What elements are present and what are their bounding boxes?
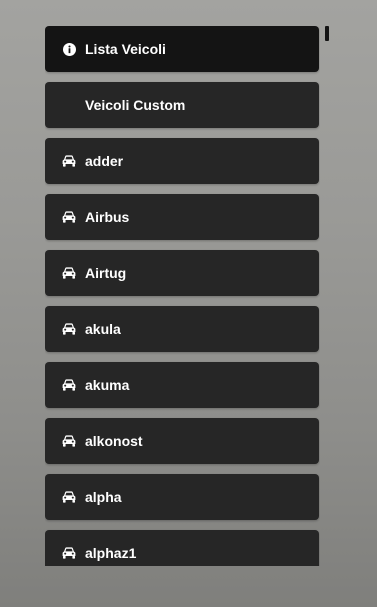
menu-header-label: Lista Veicoli — [85, 41, 166, 57]
vehicle-item-label: akuma — [85, 377, 130, 393]
vehicle-item-akuma[interactable]: akuma — [45, 362, 319, 408]
vehicle-item-label: adder — [85, 153, 124, 169]
vehicle-item-label: akula — [85, 321, 121, 337]
car-icon — [62, 266, 76, 280]
menu-header-lista-veicoli[interactable]: Lista Veicoli — [45, 26, 319, 72]
car-icon — [62, 546, 76, 560]
vehicle-item-label: alphaz1 — [85, 545, 137, 561]
car-icon — [62, 210, 76, 224]
car-icon — [62, 434, 76, 448]
car-icon — [62, 154, 76, 168]
car-icon — [62, 490, 76, 504]
menu-item-veicoli-custom[interactable]: Veicoli Custom — [45, 82, 319, 128]
menu-item-label: Veicoli Custom — [85, 97, 186, 113]
vehicle-item-label: Airbus — [85, 209, 130, 225]
vehicle-item-adder[interactable]: adder — [45, 138, 319, 184]
car-icon — [62, 378, 76, 392]
vehicle-item-alkonost[interactable]: alkonost — [45, 418, 319, 464]
vehicle-menu: Lista Veicoli Veicoli Custom adder Airbu… — [45, 26, 320, 566]
info-circle-icon — [62, 42, 76, 56]
vehicle-item-label: alpha — [85, 489, 122, 505]
car-icon — [62, 322, 76, 336]
vehicle-item-alpha[interactable]: alpha — [45, 474, 319, 520]
menu-scrollbar-thumb[interactable] — [325, 26, 329, 41]
vehicle-item-airtug[interactable]: Airtug — [45, 250, 319, 296]
vehicle-item-alphaz1[interactable]: alphaz1 — [45, 530, 319, 566]
vehicle-item-label: Airtug — [85, 265, 127, 281]
vehicle-item-akula[interactable]: akula — [45, 306, 319, 352]
vehicle-item-label: alkonost — [85, 433, 143, 449]
vehicle-item-airbus[interactable]: Airbus — [45, 194, 319, 240]
